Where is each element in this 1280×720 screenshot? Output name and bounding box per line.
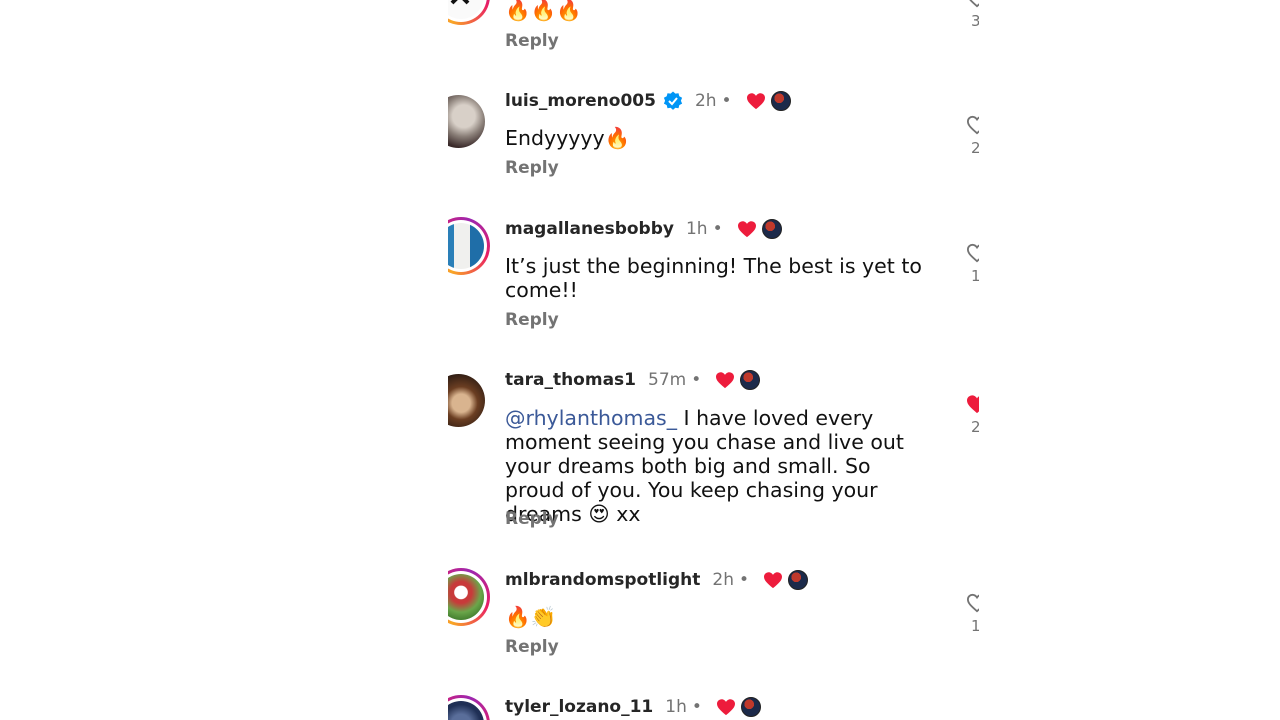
comment-text: 🔥👏 xyxy=(505,605,557,629)
username[interactable]: tyler_lozano_11 xyxy=(505,697,653,717)
comment-text: 🔥🔥🔥 xyxy=(505,0,582,22)
username[interactable]: mlbrandomspotlight xyxy=(505,570,700,590)
like-count: 2 xyxy=(971,139,979,157)
author-liked-heart-icon xyxy=(737,221,756,238)
like-button[interactable]: 3 xyxy=(964,0,979,30)
avatar[interactable] xyxy=(448,374,485,427)
comment-text: @rhylanthomas_ I have loved every moment… xyxy=(505,406,935,526)
like-count: 3 xyxy=(971,12,979,30)
timestamp: 1h xyxy=(665,697,687,717)
heart-filled-icon xyxy=(967,395,979,414)
reply-button[interactable]: Reply xyxy=(505,637,559,657)
author-liked-heart-icon xyxy=(764,572,783,589)
username[interactable]: luis_moreno005 xyxy=(505,91,656,111)
separator-dot: • xyxy=(691,370,702,390)
heart-outline-icon xyxy=(966,243,979,263)
heart-outline-icon xyxy=(969,0,979,8)
comment-text: Endyyyyy🔥 xyxy=(505,126,631,150)
mention-link[interactable]: @rhylanthomas_ xyxy=(505,406,677,430)
separator-dot: • xyxy=(712,219,723,239)
avatar[interactable] xyxy=(448,568,490,626)
author-liked-heart-icon xyxy=(716,372,735,389)
comments-feed: 🔥🔥🔥 Reply 3 luis_moreno005 2h • Endyyyyy… xyxy=(448,0,979,720)
like-button[interactable]: 1 xyxy=(964,243,979,285)
timestamp: 2h xyxy=(694,91,717,111)
author-liked-heart-icon xyxy=(746,93,765,110)
reply-button[interactable]: Reply xyxy=(505,158,559,178)
reply-button[interactable]: Reply xyxy=(505,509,559,529)
timestamp: 2h xyxy=(712,570,734,590)
verified-badge-icon xyxy=(663,91,683,110)
like-count: 1 xyxy=(971,617,979,635)
like-button[interactable]: 2 xyxy=(964,394,979,436)
comment-text: It’s just the beginning! The best is yet… xyxy=(505,254,922,302)
separator-dot: • xyxy=(721,91,732,111)
like-count: 1 xyxy=(971,267,979,285)
like-button[interactable]: 1 xyxy=(964,593,979,635)
heart-outline-icon xyxy=(966,115,979,135)
separator-dot: • xyxy=(691,697,702,717)
avatar[interactable] xyxy=(448,217,490,275)
timestamp: 1h xyxy=(685,219,708,239)
reply-button[interactable]: Reply xyxy=(505,310,559,330)
timestamp: 57m xyxy=(648,370,687,390)
username[interactable]: magallanesbobby xyxy=(505,219,674,239)
avatar[interactable] xyxy=(448,0,490,25)
author-avatar-mini xyxy=(770,91,791,111)
like-button[interactable]: 2 xyxy=(964,115,979,157)
separator-dot: • xyxy=(738,570,750,590)
avatar[interactable] xyxy=(448,95,485,148)
username[interactable]: tara_thomas1 xyxy=(505,370,636,390)
reply-button[interactable]: Reply xyxy=(505,31,559,51)
heart-outline-icon xyxy=(966,593,979,613)
author-avatar-mini xyxy=(740,697,761,717)
author-liked-heart-icon xyxy=(716,699,735,716)
author-avatar-mini xyxy=(761,219,782,239)
like-count: 2 xyxy=(971,418,979,436)
author-avatar-mini xyxy=(788,570,809,590)
avatar[interactable] xyxy=(448,695,490,720)
author-avatar-mini xyxy=(740,370,761,390)
